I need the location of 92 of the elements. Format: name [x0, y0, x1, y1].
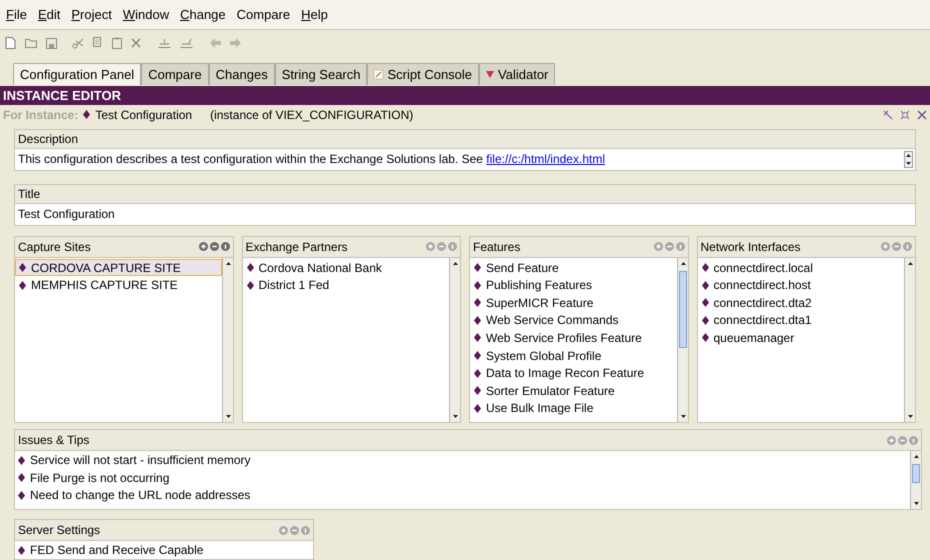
minus-icon[interactable] [892, 242, 901, 252]
info-icon[interactable] [909, 436, 918, 445]
list-item[interactable]: Service will not start - insufficient memory [15, 451, 910, 469]
list-item[interactable]: queuemanager [698, 329, 904, 347]
list-item[interactable]: Use Bulk Image File [470, 400, 676, 418]
panel-title: Network Interfaces [700, 238, 801, 256]
list-item[interactable]: connectdirect.local [698, 258, 904, 276]
plus-icon[interactable] [881, 242, 890, 252]
for-instance-label: For Instance: [3, 106, 78, 124]
tab[interactable]: Validator [479, 63, 556, 86]
save-icon[interactable] [46, 38, 57, 49]
list-item[interactable]: Sorter Emulator Feature [470, 382, 676, 400]
folder-icon[interactable] [25, 38, 37, 48]
paste-icon[interactable] [112, 37, 122, 50]
list-item[interactable]: MEMPHIS CAPTURE SITE [15, 276, 222, 294]
menu-item[interactable]: Help [299, 4, 330, 24]
plus-icon[interactable] [887, 436, 896, 445]
scrollbar[interactable] [222, 258, 232, 422]
info-icon[interactable] [301, 526, 310, 535]
list-item[interactable]: System Global Profile [470, 346, 676, 364]
scrollbar[interactable] [910, 451, 921, 510]
panel-title: Exchange Partners [246, 238, 348, 256]
menu-item[interactable]: Compare [234, 4, 292, 24]
panel-title: Features [473, 238, 520, 256]
menu-item[interactable]: File [4, 4, 29, 24]
menu-item[interactable]: Project [69, 4, 114, 24]
tab[interactable]: Changes [208, 63, 275, 86]
instance-name: Test Configuration [95, 106, 192, 124]
close-icon[interactable] [917, 110, 927, 120]
list-item[interactable]: FED Send and Receive Capable [15, 541, 313, 559]
plus-icon[interactable] [654, 242, 662, 252]
back-arrow-icon[interactable] [210, 38, 221, 48]
copy-icon[interactable] [93, 37, 103, 50]
pencil-icon [374, 70, 384, 80]
scrollbar[interactable] [904, 258, 915, 422]
scrollbar[interactable] [676, 258, 688, 422]
instance-type: (instance of VIEX_CONFIGURATION) [210, 106, 414, 124]
list-item[interactable]: Publishing Features [470, 276, 676, 294]
menu-item[interactable]: Window [120, 4, 172, 24]
minus-icon[interactable] [290, 526, 299, 535]
gear-icon[interactable] [900, 110, 910, 120]
export-icon[interactable] [180, 38, 193, 48]
info-icon[interactable] [448, 242, 457, 252]
menu-item[interactable]: Change [178, 4, 228, 24]
list-item[interactable]: connectdirect.host [698, 276, 904, 294]
tab[interactable]: String Search [274, 63, 368, 86]
file-link[interactable]: file://c:/html/index.html [486, 152, 605, 166]
panel-title: Capture Sites [18, 238, 91, 256]
editor-title-bar: INSTANCE EDITOR [0, 86, 930, 106]
minus-icon[interactable] [664, 242, 674, 252]
scrollbar[interactable] [449, 258, 460, 422]
list-item[interactable]: SuperMICR Feature [470, 294, 676, 312]
panel-title: Server Settings [18, 522, 100, 540]
plus-icon[interactable] [426, 242, 435, 252]
tab[interactable]: Configuration Panel [13, 63, 142, 86]
title-field[interactable]: Test Configuration [15, 204, 915, 225]
list-item[interactable]: connectdirect.dta1 [698, 312, 904, 330]
tab[interactable]: Script Console [367, 63, 480, 86]
list-item[interactable]: Web Service Profiles Feature [470, 329, 676, 347]
plus-icon[interactable] [198, 242, 208, 252]
diamond-icon [83, 110, 90, 120]
plus-icon[interactable] [279, 526, 288, 535]
minus-icon[interactable] [210, 242, 218, 252]
minus-icon[interactable] [898, 436, 907, 445]
list-item[interactable]: CORDOVA CAPTURE SITE [15, 258, 222, 276]
triangle-icon [486, 71, 494, 78]
list-item[interactable]: Data to Image Recon Feature [470, 364, 676, 382]
list-item[interactable]: Send Feature [470, 258, 676, 276]
import-icon[interactable] [158, 38, 171, 48]
minus-icon[interactable] [437, 242, 446, 252]
info-icon[interactable] [220, 242, 230, 252]
list-item[interactable]: Web Service Commands [470, 312, 676, 330]
list-item[interactable]: connectdirect.dta2 [698, 294, 904, 312]
info-icon[interactable] [676, 242, 684, 252]
description-header: Description [15, 130, 915, 149]
title-header: Title [15, 184, 915, 204]
list-item[interactable]: Need to change the URL node addresses [15, 486, 910, 504]
description-text: This configuration describes a test configuration within the Exchange Solutions lab. See [18, 152, 484, 166]
list-item[interactable]: Cordova National Bank [242, 258, 449, 276]
list-item[interactable]: District 1 Fed [242, 276, 449, 294]
scissors-icon[interactable] [72, 38, 84, 49]
diamond-icon [18, 546, 25, 555]
list-item[interactable]: File Purge is not occurring [15, 469, 910, 487]
tab[interactable]: Compare [141, 63, 209, 86]
delete-icon[interactable] [131, 38, 141, 48]
panel-title: Issues & Tips [18, 432, 90, 450]
info-icon[interactable] [903, 242, 912, 252]
forward-arrow-icon[interactable] [230, 38, 241, 48]
new-file-icon[interactable] [5, 37, 16, 50]
menu-item[interactable]: Edit [36, 4, 62, 24]
description-field[interactable]: This configuration describes a test configuration within the Exchange Solutions lab. See file://c:/html/index.html [15, 148, 915, 170]
spinner[interactable] [904, 150, 913, 168]
